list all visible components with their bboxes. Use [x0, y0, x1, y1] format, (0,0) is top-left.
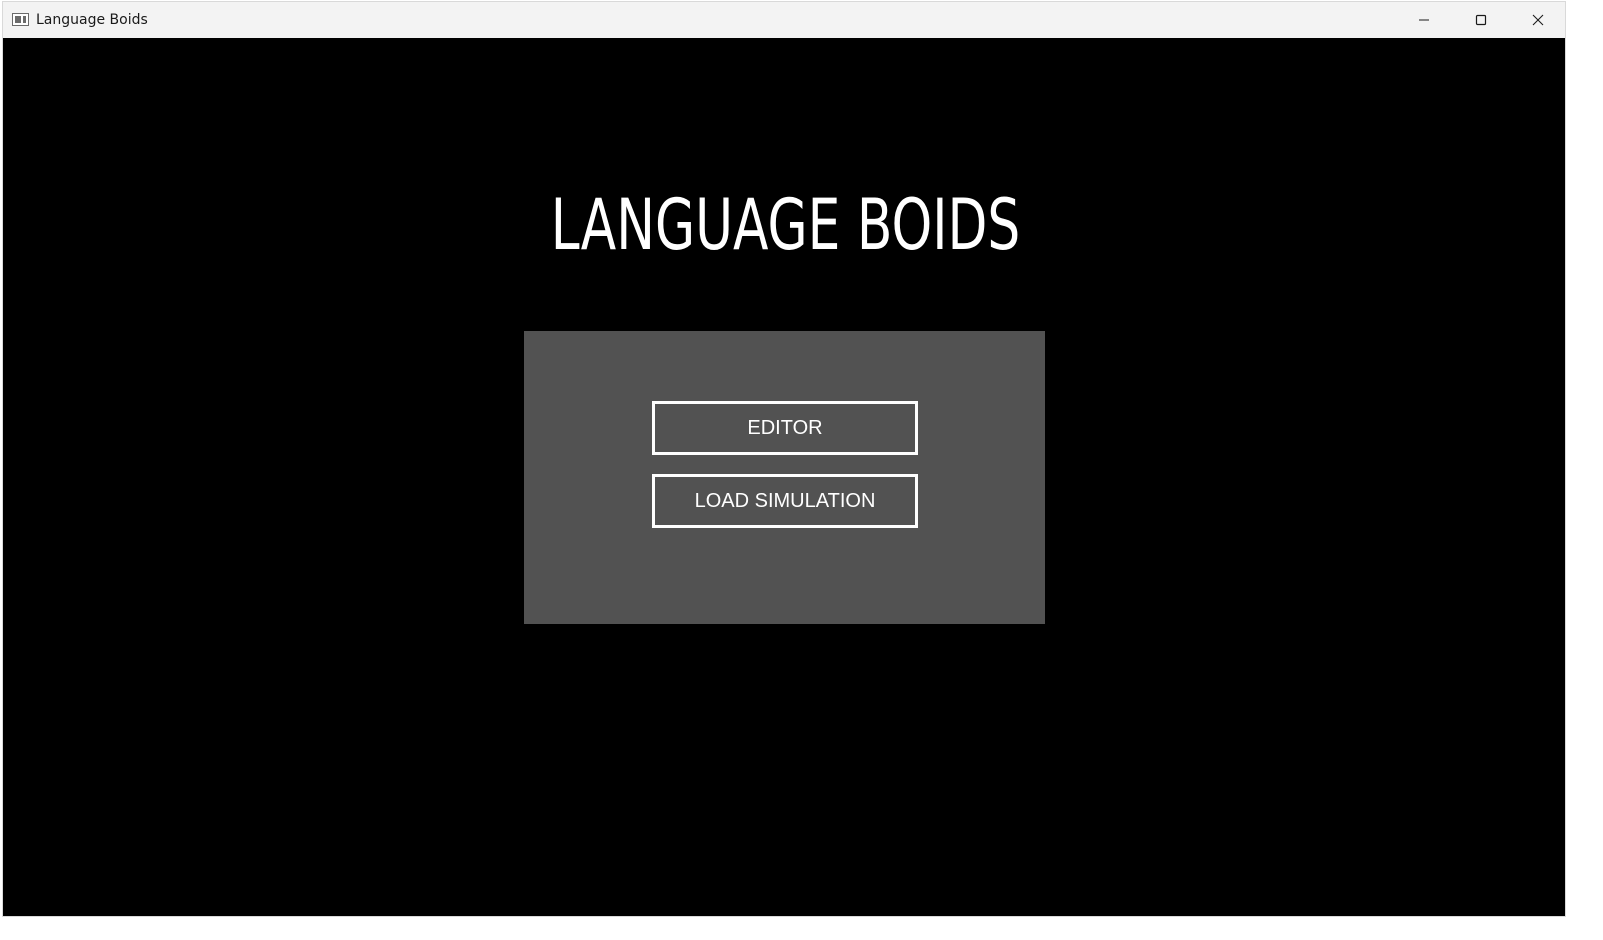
- window-title: Language Boids: [36, 12, 148, 28]
- app-window-icon: [12, 13, 29, 26]
- editor-button[interactable]: EDITOR: [652, 401, 918, 455]
- load-simulation-button[interactable]: LOAD SIMULATION: [652, 474, 918, 528]
- page-title: LANGUAGE BOIDS: [550, 184, 1021, 266]
- app-window: Language Boids LANGUAGE BOIDS EDITOR LOA…: [2, 1, 1566, 917]
- maximize-icon: [1475, 14, 1487, 26]
- main-menu-panel: EDITOR LOAD SIMULATION: [524, 331, 1045, 624]
- minimize-button[interactable]: [1395, 2, 1452, 38]
- main-canvas: LANGUAGE BOIDS EDITOR LOAD SIMULATION: [3, 38, 1565, 916]
- maximize-button[interactable]: [1452, 2, 1509, 38]
- close-button[interactable]: [1509, 2, 1565, 38]
- title-bar[interactable]: Language Boids: [3, 2, 1565, 38]
- minimize-icon: [1418, 14, 1430, 26]
- close-icon: [1532, 14, 1544, 26]
